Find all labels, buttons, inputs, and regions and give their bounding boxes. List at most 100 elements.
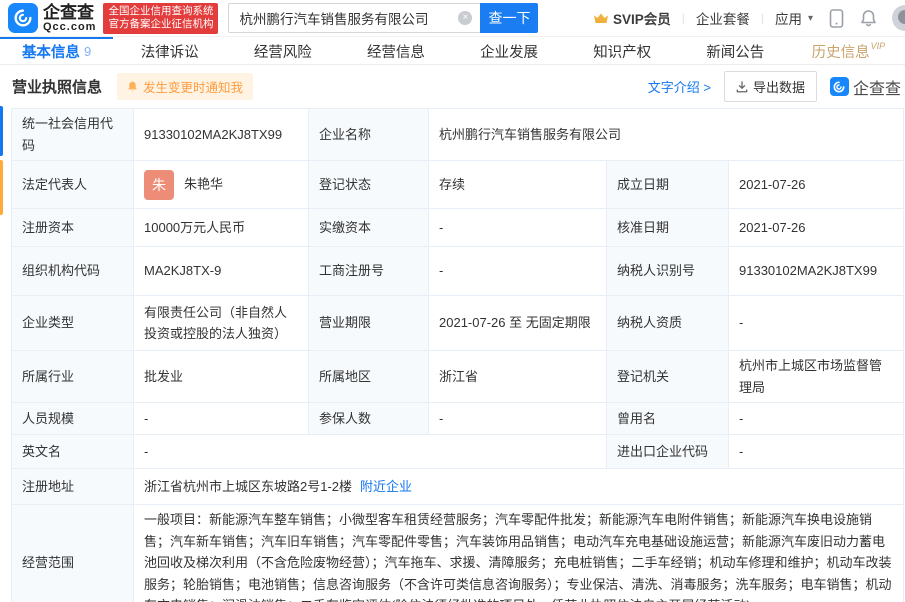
top-header: 企查查 Qcc.com 全国企业信用查询系统 官方备案企业征信机构 × 查一下 …	[0, 0, 905, 37]
field-value-text: -	[739, 444, 743, 459]
table-row: 所属行业批发业所属地区浙江省登记机关杭州市上城区市场监督管理局	[12, 351, 904, 403]
legal-rep-avatar[interactable]: 朱	[144, 170, 174, 200]
field-value: 存续	[429, 161, 607, 209]
section-header-actions: 文字介绍 > 导出数据 企查查	[648, 71, 895, 102]
field-value: -	[429, 247, 607, 296]
field-label-text: 进出口企业代码	[617, 444, 708, 459]
field-label-text: 法定代表人	[22, 177, 87, 192]
field-value-text: -	[439, 220, 443, 235]
table-row: 经营范围 一般项目：新能源汽车整车销售；小微型客车租赁经营服务；汽车零配件批发；新…	[12, 505, 904, 602]
side-widget-orange-strip[interactable]	[0, 160, 3, 215]
company-nav-tabs: 基本信息 9 法律诉讼 经营风险 经营信息 企业发展 知识产权 新闻公告 历史信息VIP	[0, 37, 905, 65]
field-value: 朱朱艳华	[134, 161, 309, 209]
user-avatar[interactable]	[892, 5, 905, 31]
field-label-text: 人员规模	[22, 411, 74, 426]
field-value: 一般项目：新能源汽车整车销售；小微型客车租赁经营服务；汽车零配件批发；新能源汽车…	[134, 505, 904, 602]
top-menu: SVIP会员 | 企业套餐 | 应用 ▾	[593, 5, 905, 31]
qcc-watermark: 企查查	[830, 75, 901, 99]
brand-domain: Qcc.com	[43, 22, 96, 33]
field-value-text: 批发业	[144, 369, 183, 384]
notify-label: 发生变更时通知我	[143, 77, 243, 96]
nav-tab[interactable]: 知识产权	[566, 37, 679, 64]
nav-tab[interactable]: 企业发展	[453, 37, 566, 64]
nav-tab[interactable]: 经营风险	[226, 37, 339, 64]
nav-tab-label: 法律诉讼	[141, 41, 199, 62]
nav-tab[interactable]: 历史信息VIP	[792, 37, 905, 64]
table-row: 注册地址 浙江省杭州市上城区东坡路2号1-2楼附近企业	[12, 469, 904, 505]
field-value: 杭州鹏行汽车销售服务有限公司	[429, 109, 904, 161]
search-button[interactable]: 查一下	[480, 3, 538, 33]
qcc-watermark-text: 企查查	[853, 75, 901, 99]
gov-certification-badge: 全国企业信用查询系统 官方备案企业征信机构	[103, 3, 218, 34]
menu-divider: |	[761, 11, 764, 25]
field-value-text: 91330102MA2KJ8TX99	[739, 263, 877, 278]
field-label-text: 所属行业	[22, 369, 74, 384]
field-label: 所属地区	[309, 351, 429, 403]
field-value-text: 2021-07-26	[739, 220, 806, 235]
field-value-text: 2021-07-26 至 无固定期限	[439, 315, 591, 330]
field-label-text: 企业名称	[319, 127, 371, 142]
field-value: 浙江省杭州市上城区东坡路2号1-2楼附近企业	[134, 469, 904, 505]
field-label-text: 实缴资本	[319, 220, 371, 235]
package-label: 企业套餐	[696, 8, 750, 28]
field-label-text: 工商注册号	[319, 263, 384, 278]
field-value: 91330102MA2KJ8TX99	[134, 109, 309, 161]
brand-text[interactable]: 企查查 Qcc.com	[43, 4, 96, 33]
field-value: -	[729, 403, 904, 435]
field-label-text: 所属地区	[319, 369, 371, 384]
field-label: 企业名称	[309, 109, 429, 161]
field-label: 法定代表人	[12, 161, 134, 209]
field-value-text: 有限责任公司（非自然人投资或控股的法人独资）	[144, 305, 287, 342]
table-row: 法定代表人朱朱艳华登记状态存续成立日期2021-07-26	[12, 161, 904, 209]
search-bar: × 查一下	[228, 3, 538, 33]
field-value: -	[729, 435, 904, 469]
notifications-bell-icon[interactable]	[860, 9, 877, 27]
nav-tab-label: 新闻公告	[706, 41, 764, 62]
field-label: 纳税人资质	[607, 296, 729, 351]
vip-badge: VIP	[871, 41, 886, 51]
table-row: 统一社会信用代码91330102MA2KJ8TX99企业名称杭州鹏行汽车销售服务…	[12, 109, 904, 161]
field-label: 纳税人识别号	[607, 247, 729, 296]
apps-dropdown[interactable]: 应用 ▾	[775, 8, 813, 28]
field-value-text: MA2KJ8TX-9	[144, 263, 221, 278]
table-row: 企业类型有限责任公司（非自然人投资或控股的法人独资）营业期限2021-07-26…	[12, 296, 904, 351]
svip-member-link[interactable]: SVIP会员	[593, 8, 671, 28]
nearby-companies-link[interactable]: 附近企业	[360, 479, 412, 494]
field-label-text: 注册资本	[22, 220, 74, 235]
field-value: 2021-07-26	[729, 161, 904, 209]
field-label: 组织机构代码	[12, 247, 134, 296]
side-widget-blue-strip[interactable]	[0, 106, 3, 156]
field-value-text: -	[739, 315, 743, 330]
search-input[interactable]	[228, 3, 480, 33]
business-license-table: 统一社会信用代码91330102MA2KJ8TX99企业名称杭州鹏行汽车销售服务…	[11, 108, 904, 602]
nav-tab-label: 经营信息	[367, 41, 425, 62]
chevron-down-icon: ▾	[808, 13, 813, 24]
field-label-text: 经营范围	[22, 555, 74, 570]
field-value: 浙江省	[429, 351, 607, 403]
field-label: 英文名	[12, 435, 134, 469]
nav-tab-label: 基本信息	[22, 41, 80, 62]
field-label: 注册地址	[12, 469, 134, 505]
qcc-logo-icon[interactable]	[8, 3, 38, 33]
qcc-watermark-icon	[830, 77, 849, 96]
nav-tab[interactable]: 法律诉讼	[113, 37, 226, 64]
notify-on-change-button[interactable]: 发生变更时通知我	[117, 73, 253, 100]
field-label-text: 注册地址	[22, 479, 74, 494]
nav-tab[interactable]: 经营信息	[339, 37, 452, 64]
enterprise-package-link[interactable]: 企业套餐	[696, 8, 750, 28]
field-label: 所属行业	[12, 351, 134, 403]
field-value-text: 浙江省杭州市上城区东坡路2号1-2楼	[144, 479, 352, 494]
mobile-app-icon[interactable]	[829, 9, 844, 28]
field-label-text: 企业类型	[22, 315, 74, 330]
field-value: 2021-07-26 至 无固定期限	[429, 296, 607, 351]
field-value: -	[729, 296, 904, 351]
nav-tab[interactable]: 基本信息 9	[0, 37, 113, 64]
field-value: 杭州市上城区市场监督管理局	[729, 351, 904, 403]
text-intro-link[interactable]: 文字介绍 >	[648, 77, 711, 96]
nav-tab-count: 9	[84, 44, 91, 59]
export-data-button[interactable]: 导出数据	[724, 71, 817, 102]
field-label: 登记状态	[309, 161, 429, 209]
nav-tab-label: 知识产权	[593, 41, 651, 62]
field-value-text: -	[739, 411, 743, 426]
nav-tab[interactable]: 新闻公告	[679, 37, 792, 64]
